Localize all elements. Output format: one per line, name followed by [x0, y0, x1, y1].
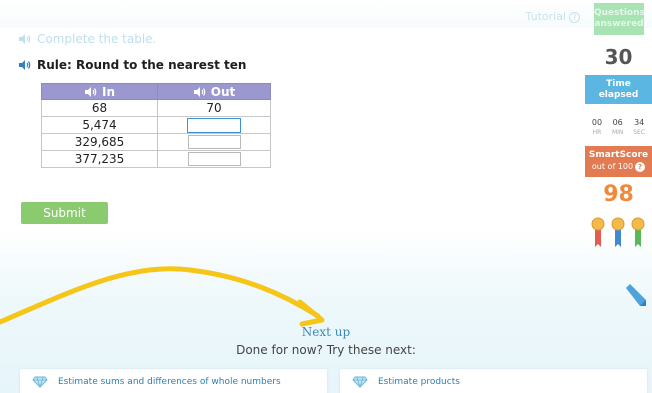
speaker-icon[interactable] [18, 33, 31, 45]
in-cell: 377,235 [41, 150, 158, 168]
table-row: 329,685 [41, 133, 271, 151]
table-row: 5,474 [41, 116, 271, 134]
recommended-skill-label: Estimate sums and differences of whole n… [58, 377, 281, 387]
answer-input[interactable] [187, 117, 241, 133]
header-out-label: Out [210, 84, 236, 99]
in-cell: 5,474 [41, 116, 158, 134]
questions-answered-count: 30 [604, 45, 633, 69]
submit-button[interactable]: Submit [21, 202, 108, 224]
in-cell: 68 [41, 99, 158, 117]
rounding-table: In Out 68 70 5,474 329,685 377,235 [41, 83, 271, 168]
tutorial-label: Tutorial [525, 10, 566, 23]
instruction-text: Complete the table. [37, 32, 157, 46]
timer-unit: SEC [633, 129, 646, 136]
rule-row: Rule: Round to the nearest ten [18, 58, 246, 72]
time-elapsed-label: Time elapsed [585, 75, 652, 104]
out-cell [157, 133, 271, 151]
pencil-icon[interactable] [622, 282, 648, 308]
timer-unit: HR [592, 129, 602, 136]
recommended-skill-link[interactable]: Estimate products [340, 369, 647, 393]
help-circle-icon[interactable]: ? [635, 161, 646, 172]
header-in-label: In [101, 84, 115, 99]
smartscore-title: SmartScore [588, 150, 649, 160]
speaker-icon[interactable] [18, 59, 31, 71]
smartscore-subtitle: out of 100? [585, 161, 652, 172]
score-sidebar: Questions answered 30 Time elapsed 00 HR… [585, 0, 652, 250]
timer-value: 00 [591, 118, 603, 127]
timer-seconds: 34 SEC [633, 118, 645, 136]
diamond-icon [32, 376, 48, 388]
smartscore-value: 98 [603, 182, 634, 207]
smartscore-sub-text: out of 100 [591, 162, 634, 171]
table-row: 68 70 [41, 99, 271, 117]
recommended-skill-link[interactable]: Estimate sums and differences of whole n… [20, 369, 327, 393]
rule-text: Rule: Round to the nearest ten [37, 58, 247, 72]
medals-icon [591, 217, 645, 247]
out-cell: 70 [157, 99, 271, 117]
top-bar: Tutorial? [0, 0, 652, 28]
timer-minutes: 06 MIN [612, 118, 623, 136]
next-up-subtitle: Done for now? Try these next: [236, 343, 416, 357]
smartscore-label-box: SmartScore out of 100? [585, 146, 652, 177]
practice-page: Tutorial? Complete the table. Rule: Roun… [0, 0, 652, 393]
header-out: Out [157, 83, 271, 100]
instruction-row: Complete the table. [18, 32, 156, 46]
out-cell [157, 150, 271, 168]
timer-value: 06 [612, 118, 623, 127]
speaker-icon[interactable] [193, 86, 206, 98]
recommended-skill-label: Estimate products [378, 377, 460, 387]
help-circle-icon: ? [569, 12, 580, 23]
answer-input[interactable] [187, 135, 241, 150]
out-cell [157, 116, 271, 134]
timer: 00 HR 06 MIN 34 SEC [585, 118, 652, 136]
diamond-icon [352, 376, 368, 388]
header-in: In [41, 83, 158, 100]
timer-hours: 00 HR [592, 118, 602, 136]
answer-input[interactable] [187, 152, 241, 167]
table-row: 377,235 [41, 150, 271, 168]
speaker-icon[interactable] [84, 86, 97, 98]
next-up-title: Next up [301, 325, 351, 339]
in-cell: 329,685 [41, 133, 158, 151]
table-header-row: In Out [41, 83, 271, 100]
tutorial-link[interactable]: Tutorial? [526, 10, 580, 23]
timer-unit: MIN [611, 129, 624, 136]
timer-value: 34 [634, 118, 645, 127]
questions-answered-label: Questions answered [594, 3, 645, 35]
